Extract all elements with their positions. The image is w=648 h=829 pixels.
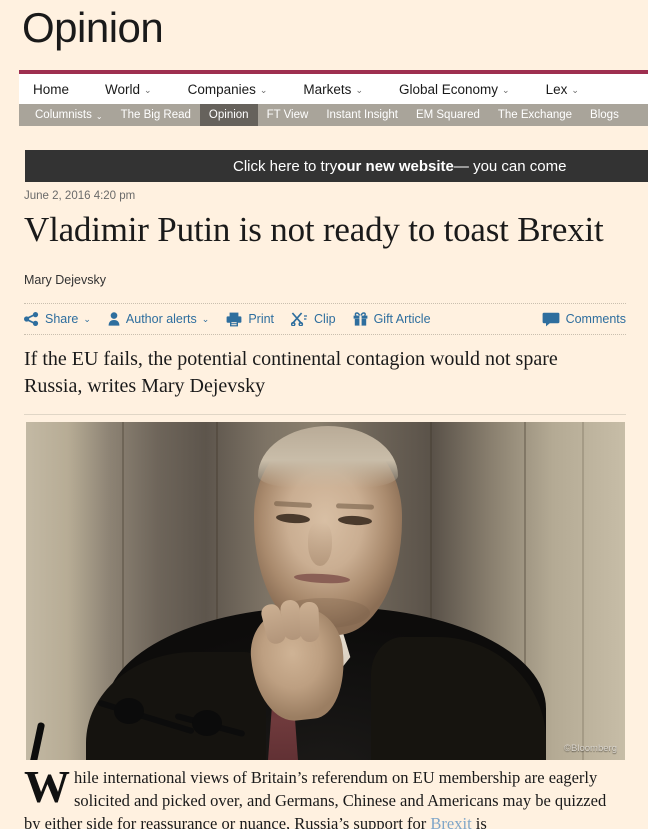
nav-item-global-economy[interactable]: Global Economy ⌄ <box>399 82 510 97</box>
brexit-link[interactable]: Brexit <box>430 814 471 829</box>
subnav-item-instant-insight[interactable]: Instant Insight <box>317 104 407 126</box>
photo-hair <box>258 426 398 488</box>
putin-photo: ©Bloomberg <box>26 422 625 760</box>
person-icon <box>108 312 120 327</box>
share-button[interactable]: Share ⌄ <box>24 312 91 327</box>
subnav-item-opinion[interactable]: Opinion <box>199 104 258 126</box>
promo-text-before: Click here to try <box>233 157 338 175</box>
chevron-down-icon: ⌄ <box>355 84 363 95</box>
tools-divider-bottom <box>24 334 626 336</box>
nav-item-label: Markets <box>303 81 352 97</box>
subnav-item-ft-view[interactable]: FT View <box>258 104 318 126</box>
standfirst-divider <box>24 414 626 416</box>
clip-label: Clip <box>314 312 336 327</box>
share-icon <box>24 312 39 327</box>
subnav-item-blogs[interactable]: Blogs <box>581 104 628 126</box>
microphone-head-left <box>114 698 144 724</box>
chevron-down-icon: ⌄ <box>144 84 152 95</box>
gift-icon <box>353 312 368 327</box>
body-paragraph-text: hile international views of Britain’s re… <box>24 768 607 829</box>
nav-item-home[interactable]: Home <box>33 82 69 97</box>
scissors-icon <box>291 312 308 327</box>
promo-text-after: — you can come <box>453 157 567 175</box>
image-credit: ©Bloomberg <box>564 743 617 754</box>
primary-nav: Home World ⌄ Companies ⌄ Markets ⌄ Globa… <box>19 74 648 104</box>
article-standfirst: If the EU fails, the potential continent… <box>24 348 558 398</box>
promo-text-bold: our new website <box>337 157 454 175</box>
comments-button[interactable]: Comments <box>542 312 626 327</box>
site-navigation: Home World ⌄ Companies ⌄ Markets ⌄ Globa… <box>19 70 648 126</box>
photo-nose <box>308 522 332 566</box>
comments-label: Comments <box>565 312 626 327</box>
nav-item-label: Global Economy <box>398 81 499 97</box>
subnav-item-label: Columnists <box>35 109 92 121</box>
clip-button[interactable]: Clip <box>291 312 336 327</box>
share-label: Share <box>45 312 79 327</box>
nav-item-world[interactable]: World ⌄ <box>105 82 152 97</box>
subnav-item-em-squared[interactable]: EM Squared <box>407 104 489 126</box>
article-tools-bar: Share ⌄ Author alerts ⌄ Print Clip Gift … <box>24 304 626 334</box>
subnav-item-label: FT View <box>266 109 309 121</box>
print-label: Print <box>248 312 275 327</box>
drop-cap: W <box>24 761 70 812</box>
nav-item-label: Home <box>33 81 70 97</box>
article-lead-image: ©Bloomberg <box>26 422 625 760</box>
author-alerts-label: Author alerts <box>125 312 197 327</box>
new-website-promo-banner[interactable]: Click here to try our new website — you … <box>25 150 648 182</box>
chevron-down-icon: ⌄ <box>201 313 210 324</box>
microphone-head-right <box>192 710 222 736</box>
speech-bubble-icon <box>542 312 560 327</box>
ft-article-page: Opinion Home World ⌄ Companies ⌄ Markets… <box>0 0 648 829</box>
printer-icon <box>226 312 242 327</box>
nav-item-markets[interactable]: Markets ⌄ <box>303 82 363 97</box>
subnav-item-label: Opinion <box>208 109 249 121</box>
article-headline: Vladimir Putin is not ready to toast Bre… <box>24 210 604 249</box>
subnav-item-label: Instant Insight <box>326 109 398 121</box>
chevron-down-icon: ⌄ <box>259 84 268 95</box>
subnav-item-label: Blogs <box>590 109 619 121</box>
nav-item-label: World <box>105 81 141 97</box>
subnav-item-the-exchange[interactable]: The Exchange <box>489 104 581 126</box>
chevron-down-icon: ⌄ <box>95 111 103 121</box>
chevron-down-icon: ⌄ <box>571 84 579 95</box>
secondary-nav: Columnists ⌄ The Big Read Opinion FT Vie… <box>19 104 648 126</box>
photo-suit-right <box>371 637 546 760</box>
subnav-item-label: The Exchange <box>497 109 573 121</box>
author-alerts-button[interactable]: Author alerts ⌄ <box>108 312 209 326</box>
article-header: June 2, 2016 4:20 pm Vladimir Putin is n… <box>24 190 626 416</box>
gift-article-label: Gift Article <box>373 312 431 327</box>
nav-item-label: Lex <box>545 81 568 97</box>
article-timestamp: June 2, 2016 4:20 pm <box>24 190 136 202</box>
subnav-item-columnists[interactable]: Columnists ⌄ <box>19 104 112 126</box>
nav-item-companies[interactable]: Companies ⌄ <box>188 82 268 97</box>
article-byline[interactable]: Mary Dejevsky <box>24 273 626 287</box>
print-button[interactable]: Print <box>226 312 274 327</box>
subnav-item-label: The Big Read <box>120 109 191 121</box>
page-title: Opinion <box>22 4 164 51</box>
subnav-item-label: EM Squared <box>415 109 480 121</box>
nav-item-lex[interactable]: Lex ⌄ <box>546 82 579 97</box>
chevron-down-icon: ⌄ <box>83 313 91 324</box>
chevron-down-icon: ⌄ <box>502 84 510 95</box>
gift-article-button[interactable]: Gift Article <box>353 312 431 326</box>
body-paragraph-text-tail: is <box>471 814 487 829</box>
article-body: While international views of Britain’s r… <box>24 761 624 829</box>
subnav-item-the-big-read[interactable]: The Big Read <box>112 104 200 126</box>
nav-item-label: Companies <box>187 81 256 97</box>
